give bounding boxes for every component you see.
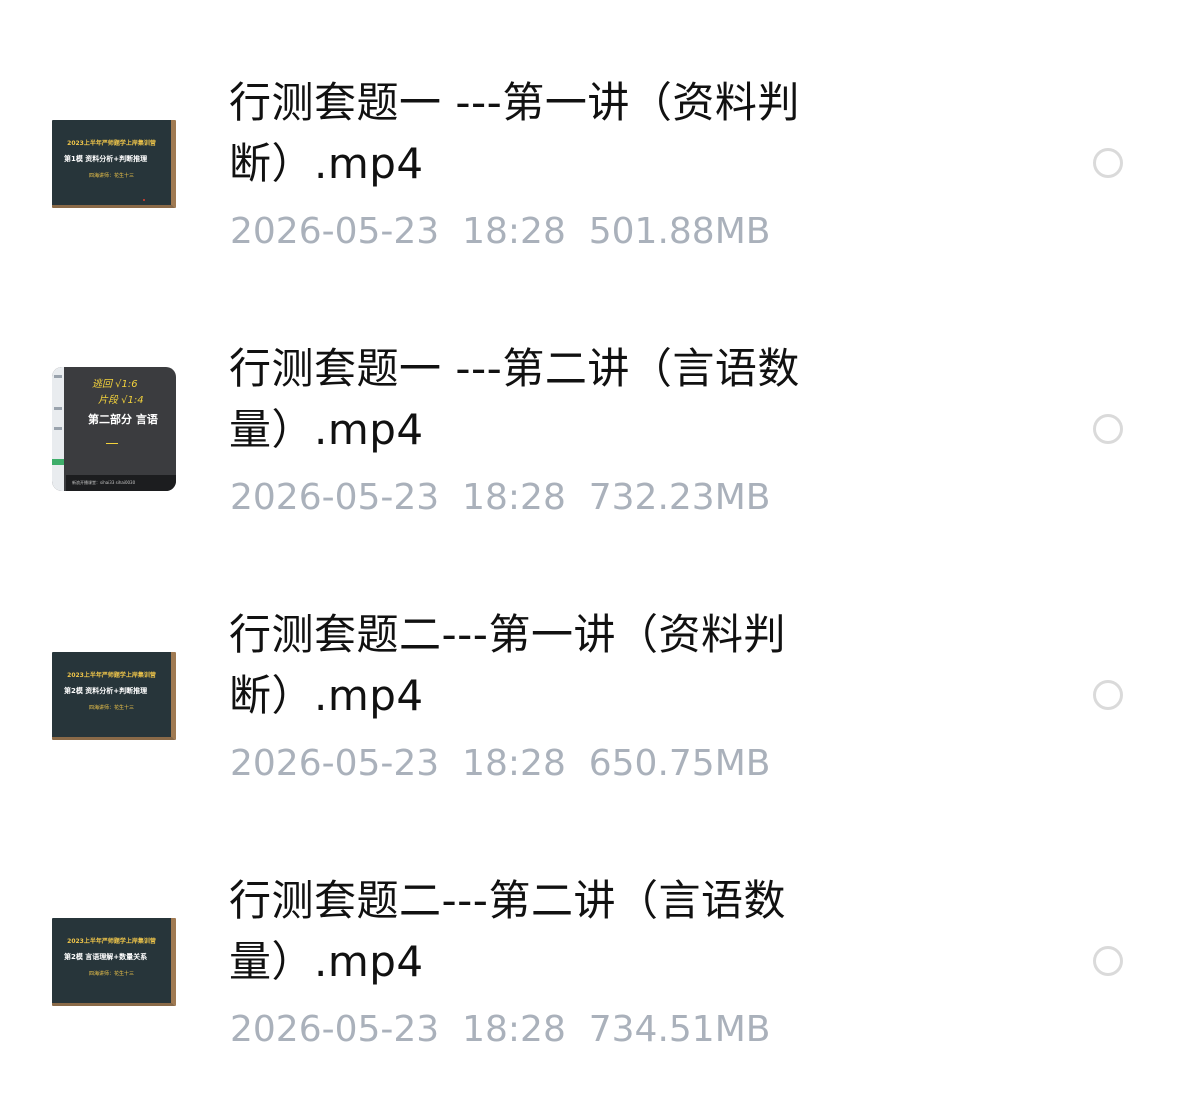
file-date: 2026-05-23 xyxy=(230,743,440,784)
thumbnail-heading: 2023上半年严师题学上岸集训营 xyxy=(67,938,156,945)
thumbnail-lecturer: 四海讲师：花生十三 xyxy=(88,971,134,977)
file-row[interactable]: 2023上半年严师题学上岸集训营 第2模 言语理解+数量关系 四海讲师：花生十三… xyxy=(0,0,1200,1050)
thumbnail-sidebar-mark xyxy=(52,459,64,465)
file-time: 18:28 xyxy=(462,1009,566,1050)
video-thumbnail[interactable]: 2023上半年严师题学上岸集训营 第2模 资料分析+判断推理 四海讲师：花生十三 xyxy=(52,652,176,740)
thumbnail-sidebar xyxy=(52,367,64,491)
file-meta: 2026-05-23 18:28 734.51MB xyxy=(230,1008,770,1052)
select-radio-icon[interactable] xyxy=(1093,680,1123,710)
thumbnail-subtitle: 第2模 言语理解+数量关系 xyxy=(64,953,148,961)
file-size: 734.51MB xyxy=(588,1009,771,1050)
thumbnail-handwriting: 逃回 √1:6 xyxy=(92,379,138,390)
file-name[interactable]: 行测套题二---第一讲（资料判断）.mp4 xyxy=(229,604,869,726)
thumbnail-sidebar-mark xyxy=(54,407,62,410)
file-date: 2026-05-23 xyxy=(230,477,440,518)
thumbnail-sidebar-mark xyxy=(54,375,62,378)
file-list: 2023上半年严师题学上岸集训营 第1模 资料分析+判断推理 四海讲师：花生十三… xyxy=(0,0,1200,1098)
select-radio-icon[interactable] xyxy=(1093,946,1123,976)
select-radio-icon[interactable] xyxy=(1093,414,1123,444)
thumbnail-sidebar-mark xyxy=(54,427,62,430)
thumbnail-lecturer: 四海讲师：花生十三 xyxy=(88,705,134,711)
thumbnail-title: 第二部分 言语 xyxy=(88,413,158,426)
file-name[interactable]: 行测套题二---第二讲（言语数量）.mp4 xyxy=(229,870,869,992)
thumbnail-subtitle: 第2模 资料分析+判断推理 xyxy=(64,687,148,695)
file-name[interactable]: 行测套题一 ---第二讲（言语数量）.mp4 xyxy=(229,338,869,460)
thumbnail-footer: 新浪开播课堂：sihai33 sihai0030 xyxy=(72,480,136,485)
file-time: 18:28 xyxy=(462,477,566,518)
file-date: 2026-05-23 xyxy=(230,1009,440,1050)
file-size: 650.75MB xyxy=(588,743,771,784)
video-thumbnail[interactable]: 2023上半年严师题学上岸集训营 第2模 言语理解+数量关系 四海讲师：花生十三 xyxy=(52,918,176,1006)
file-size: 732.23MB xyxy=(588,477,771,518)
thumbnail-handwriting: 片段 √1:4 xyxy=(98,395,144,406)
file-meta: 2026-05-23 18:28 650.75MB xyxy=(230,742,770,786)
thumbnail-dash xyxy=(106,443,118,444)
thumbnail-heading: 2023上半年严师题学上岸集训营 xyxy=(67,672,156,679)
video-thumbnail[interactable]: 逃回 √1:6 片段 √1:4 第二部分 言语 新浪开播课堂：sihai33 s… xyxy=(52,367,176,491)
file-meta: 2026-05-23 18:28 732.23MB xyxy=(230,476,770,520)
file-time: 18:28 xyxy=(462,743,566,784)
